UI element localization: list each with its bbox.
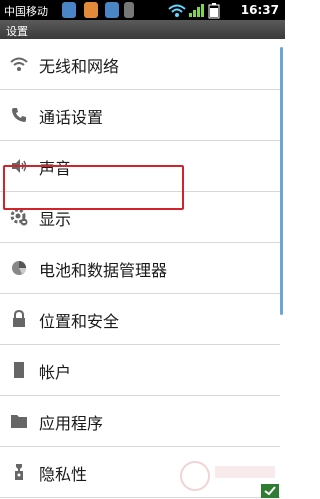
- settings-item-applications[interactable]: 应用程序: [0, 396, 280, 447]
- wifi-signal-icon: [168, 4, 186, 17]
- title-bar: 设置: [0, 20, 285, 39]
- pie-chart-icon: [12, 261, 26, 275]
- privacy-icon: [15, 464, 23, 480]
- settings-item-label: 隐私性: [39, 465, 88, 484]
- notification-s-icon: [62, 2, 76, 18]
- clock: 16:37: [240, 3, 279, 17]
- page-title: 设置: [6, 25, 28, 38]
- notification-s2-icon: [105, 2, 119, 18]
- carrier-name: 中国移动: [4, 5, 48, 18]
- watermark-logo: [180, 461, 279, 498]
- cell-signal-icon: [189, 4, 204, 17]
- account-icon: [14, 362, 24, 378]
- settings-item-battery-data[interactable]: 电池和数据管理器: [0, 243, 280, 294]
- settings-item-label: 应用程序: [39, 414, 104, 433]
- settings-item-label: 位置和安全: [39, 312, 120, 331]
- settings-item-label: 电池和数据管理器: [39, 261, 168, 280]
- settings-item-wireless-network[interactable]: 无线和网络: [0, 39, 280, 90]
- settings-item-location-security[interactable]: 位置和安全: [0, 294, 280, 345]
- wifi-icon: [10, 57, 28, 71]
- settings-list: 无线和网络 通话设置 声音 显示 电池和数据管理器 位置和安全 帐户 应用程序 …: [0, 39, 280, 499]
- battery-icon: [208, 3, 220, 19]
- settings-item-accounts[interactable]: 帐户: [0, 345, 280, 396]
- scrollbar[interactable]: [280, 47, 283, 315]
- highlight-box: [3, 165, 184, 210]
- lock-icon: [13, 310, 25, 327]
- settings-item-label: 帐户: [39, 363, 72, 382]
- display-gear-icon: [10, 208, 28, 226]
- status-bar: 中国移动 16:37: [0, 0, 285, 20]
- notification-app-icon: [84, 2, 98, 18]
- folder-icon: [11, 415, 27, 428]
- settings-item-label: 通话设置: [39, 108, 104, 127]
- settings-item-label: 无线和网络: [39, 57, 120, 76]
- phone-icon: [12, 108, 26, 122]
- settings-item-call-settings[interactable]: 通话设置: [0, 90, 280, 141]
